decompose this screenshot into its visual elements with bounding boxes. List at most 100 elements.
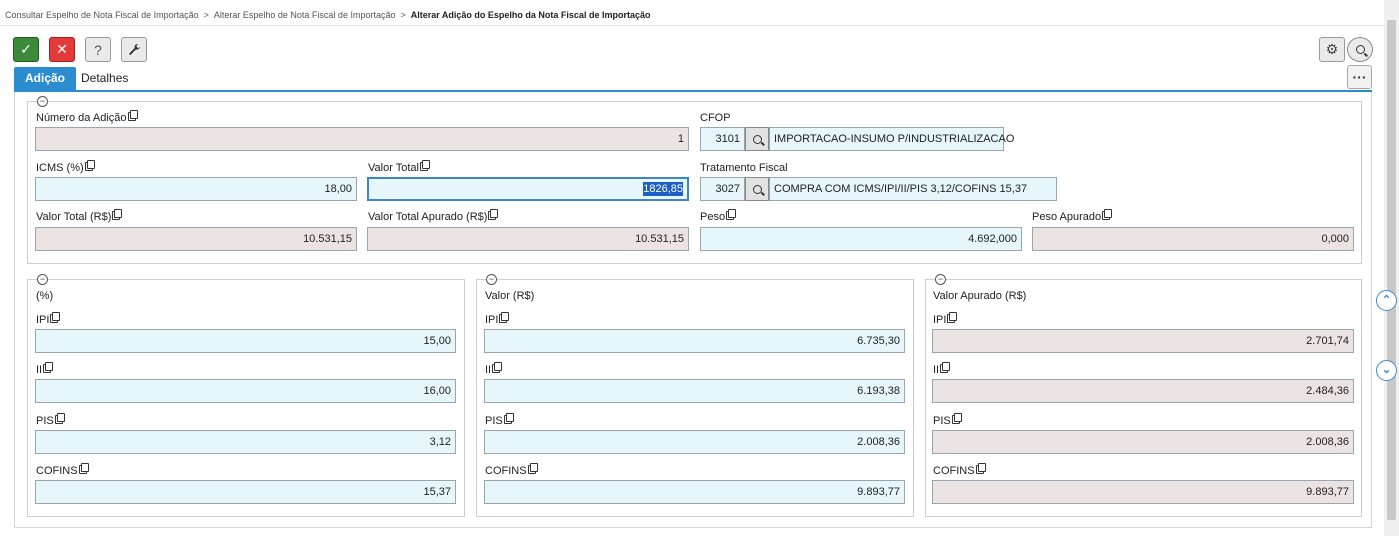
copy-icon[interactable] <box>488 209 499 220</box>
peso-field[interactable]: 4.692,000 <box>700 227 1022 251</box>
collapse-adicao-icon[interactable]: − <box>37 96 48 107</box>
pis-percent-field[interactable]: 3,12 <box>35 430 456 454</box>
pis-valor-label: PIS <box>485 413 514 427</box>
wrench-icon <box>128 44 140 55</box>
apurado-panel-title: Valor Apurado (R$) <box>933 290 1027 302</box>
cofins-valor-field[interactable]: 9.893,77 <box>484 480 905 504</box>
ipi-apurado-label: IPI <box>933 312 958 326</box>
help-button[interactable]: ? <box>85 37 111 62</box>
cofins-valor-label: COFINS <box>485 463 538 477</box>
valor-total-rs-field[interactable]: 10.531,15 <box>35 227 357 251</box>
settings-button[interactable]: ⚙ <box>1319 37 1345 62</box>
ii-apurado-label: II <box>933 362 951 376</box>
cfop-code-field[interactable]: 3101 <box>700 127 745 151</box>
scroll-bottom-button[interactable]: ⌄ <box>1376 360 1397 381</box>
breadcrumb-current: Alterar Adição do Espelho da Nota Fiscal… <box>410 10 651 20</box>
ipi-valor-field[interactable]: 6.735,30 <box>484 329 905 353</box>
cancel-button[interactable]: ✕ <box>49 37 75 62</box>
valor-total-field[interactable]: 1826,85 <box>367 177 689 201</box>
double-chevron-up-icon: ⌃ <box>1381 294 1392 306</box>
close-icon: ✕ <box>56 41 68 57</box>
valor-total-apurado-label: Valor Total Apurado (R$) <box>368 209 499 223</box>
breadcrumb-item-alterar[interactable]: Alterar Espelho de Nota Fiscal de Import… <box>214 10 396 20</box>
icms-label: ICMS (%) <box>36 160 95 174</box>
search-icon <box>752 184 762 194</box>
copy-icon[interactable] <box>527 463 538 474</box>
search-button[interactable] <box>1347 37 1373 62</box>
tratamento-fiscal-label: Tratamento Fiscal <box>700 162 788 174</box>
tratamento-code-field[interactable]: 3027 <box>700 177 745 201</box>
ipi-percent-field[interactable]: 15,00 <box>35 329 456 353</box>
cfop-lookup-button[interactable] <box>745 127 769 151</box>
cofins-apurado-label: COFINS <box>933 463 986 477</box>
breadcrumb-separator: > <box>203 10 209 20</box>
ipi-valor-label: IPI <box>485 312 510 326</box>
icms-field[interactable]: 18,00 <box>35 177 357 201</box>
copy-icon[interactable] <box>127 110 138 121</box>
breadcrumb-separator: > <box>400 10 406 20</box>
copy-icon[interactable] <box>726 209 737 220</box>
valor-total-rs-label: Valor Total (R$) <box>36 209 123 223</box>
copy-icon[interactable] <box>54 413 65 424</box>
copy-icon[interactable] <box>84 160 95 171</box>
copy-icon[interactable] <box>492 362 503 373</box>
ipi-apurado-field[interactable]: 2.701,74 <box>932 329 1354 353</box>
numero-adicao-field[interactable]: 1 <box>35 127 689 151</box>
ipi-percent-label: IPI <box>36 312 61 326</box>
more-options-button[interactable]: ··· <box>1347 65 1372 89</box>
copy-icon[interactable] <box>975 463 986 474</box>
header-divider <box>0 25 1384 26</box>
question-icon: ? <box>94 41 102 58</box>
double-chevron-down-icon: ⌄ <box>1381 364 1392 376</box>
page-scrollbar-thumb[interactable] <box>1387 20 1396 520</box>
copy-icon[interactable] <box>499 312 510 323</box>
collapse-valor-icon[interactable]: − <box>486 274 497 285</box>
cfop-description-field[interactable]: IMPORTACAO-INSUMO P/INDUSTRIALIZACAO <box>769 127 1014 151</box>
ii-percent-field[interactable]: 16,00 <box>35 379 456 403</box>
breadcrumb: Consultar Espelho de Nota Fiscal de Impo… <box>5 10 650 20</box>
copy-icon[interactable] <box>43 362 54 373</box>
cfop-label: CFOP <box>700 112 731 124</box>
peso-label: Peso <box>700 209 737 223</box>
collapse-percent-icon[interactable]: − <box>37 274 48 285</box>
copy-icon[interactable] <box>503 413 514 424</box>
tools-button[interactable] <box>121 37 147 62</box>
ii-valor-label: II <box>485 362 503 376</box>
peso-apurado-label: Peso Apurado <box>1032 209 1113 223</box>
check-icon: ✓ <box>20 41 32 57</box>
cofins-apurado-field[interactable]: 9.893,77 <box>932 480 1354 504</box>
copy-icon[interactable] <box>112 209 123 220</box>
percent-panel-title: (%) <box>36 290 54 302</box>
tratamento-lookup-button[interactable] <box>745 177 769 201</box>
copy-icon[interactable] <box>50 312 61 323</box>
cofins-percent-label: COFINS <box>36 463 89 477</box>
ii-valor-field[interactable]: 6.193,38 <box>484 379 905 403</box>
ellipsis-icon: ··· <box>1352 69 1367 85</box>
gear-icon: ⚙ <box>1325 41 1339 57</box>
pis-apurado-field[interactable]: 2.008,36 <box>932 430 1354 454</box>
pis-percent-label: PIS <box>36 413 65 427</box>
collapse-apurado-icon[interactable]: − <box>935 274 946 285</box>
pis-valor-field[interactable]: 2.008,36 <box>484 430 905 454</box>
confirm-button[interactable]: ✓ <box>13 37 39 62</box>
copy-icon[interactable] <box>940 362 951 373</box>
cofins-percent-field[interactable]: 15,37 <box>35 480 456 504</box>
copy-icon[interactable] <box>951 413 962 424</box>
peso-apurado-field[interactable]: 0,000 <box>1032 227 1354 251</box>
valor-total-apurado-field[interactable]: 10.531,15 <box>367 227 689 251</box>
breadcrumb-item-consultar[interactable]: Consultar Espelho de Nota Fiscal de Impo… <box>5 10 199 20</box>
tratamento-description-field[interactable]: COMPRA COM ICMS/IPI/II/PIS 3,12/COFINS 1… <box>769 177 1057 201</box>
copy-icon[interactable] <box>947 312 958 323</box>
ii-percent-label: II <box>36 362 54 376</box>
tab-adicao[interactable]: Adição <box>14 67 77 90</box>
search-icon <box>1355 45 1365 54</box>
ii-apurado-field[interactable]: 2.484,36 <box>932 379 1354 403</box>
copy-icon[interactable] <box>419 160 430 171</box>
scroll-top-button[interactable]: ⌃ <box>1376 290 1397 311</box>
tab-detalhes[interactable]: Detalhes <box>70 67 139 90</box>
valor-panel-title: Valor (R$) <box>485 290 535 302</box>
copy-icon[interactable] <box>1102 209 1113 220</box>
valor-total-label: Valor Total <box>368 160 430 174</box>
pis-apurado-label: PIS <box>933 413 962 427</box>
copy-icon[interactable] <box>78 463 89 474</box>
